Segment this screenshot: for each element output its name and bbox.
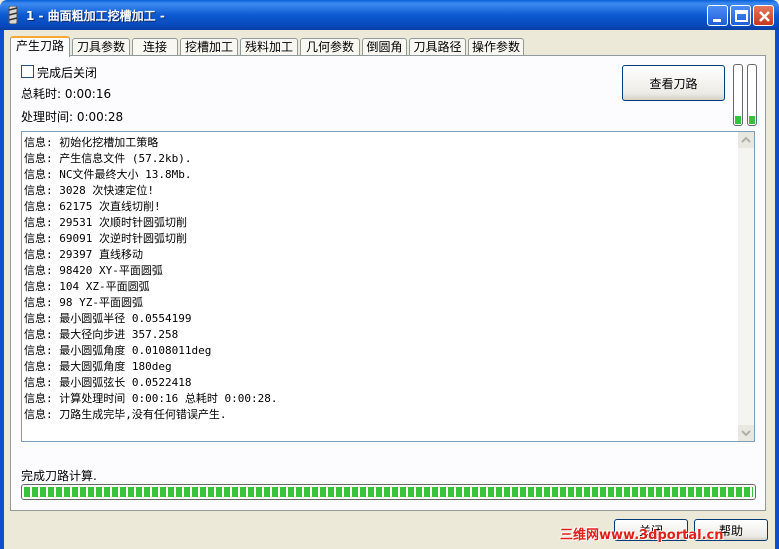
close-window-button[interactable] bbox=[753, 5, 774, 26]
window-title: 1 - 曲面粗加工挖槽加工 - bbox=[26, 9, 165, 23]
log-scrollbar[interactable] bbox=[738, 132, 754, 441]
window-frame-right bbox=[775, 30, 779, 549]
message-log[interactable]: 信息: 初始化挖槽加工策略信息: 产生信息文件 (57.2kb). 信息: NC文… bbox=[21, 131, 755, 442]
title-bar[interactable]: 1 - 曲面粗加工挖槽加工 - bbox=[0, 0, 779, 30]
progress-fill bbox=[24, 487, 753, 497]
log-lines: 信息: 初始化挖槽加工策略信息: 产生信息文件 (57.2kb). 信息: NC文… bbox=[24, 135, 736, 423]
log-line: 信息: 产生信息文件 (57.2kb). bbox=[24, 152, 192, 165]
process-time: 处理时间: 0:00:28 bbox=[21, 110, 124, 124]
log-line: 信息: 最小圆弧弦长 0.0522418 bbox=[24, 376, 192, 389]
minimize-icon bbox=[713, 19, 721, 22]
status-text: 完成刀路计算. bbox=[21, 469, 97, 483]
tab-geometry-params[interactable]: 几何参数 bbox=[300, 38, 360, 56]
log-line: 信息: 最大径向步进 357.258 bbox=[24, 328, 179, 341]
tab-rest-machining[interactable]: 残料加工 bbox=[240, 38, 298, 56]
scroll-down-button[interactable] bbox=[738, 425, 754, 441]
total-time: 总耗时: 0:00:16 bbox=[21, 87, 112, 101]
maximize-icon bbox=[735, 10, 748, 22]
log-line: 信息: 初始化挖槽加工策略 bbox=[24, 136, 159, 149]
log-line: 信息: 最大圆弧角度 180deg bbox=[24, 360, 172, 373]
watermark: 三维网www.3dportal.cn bbox=[560, 528, 724, 543]
log-line: 信息: NC文件最终大小 13.8Mb. bbox=[24, 168, 192, 181]
close-after-label: 完成后关闭 bbox=[37, 66, 98, 80]
log-line: 信息: 62175 次直线切削! bbox=[24, 200, 161, 213]
log-line: 信息: 69091 次逆时针圆弧切削 bbox=[24, 232, 187, 245]
log-line: 信息: 29397 直线移动 bbox=[24, 248, 143, 261]
tab-fillet[interactable]: 倒圆角 bbox=[362, 38, 407, 56]
log-line: 信息: 98420 XY-平面圆弧 bbox=[24, 264, 163, 277]
tab-tool-params[interactable]: 刀具参数 bbox=[72, 38, 130, 56]
app-icon bbox=[8, 6, 18, 24]
log-line: 信息: 刀路生成完毕,没有任何错误产生. bbox=[24, 408, 227, 421]
close-icon bbox=[759, 11, 770, 22]
tab-pocket[interactable]: 挖槽加工 bbox=[180, 38, 238, 56]
log-line: 信息: 3028 次快速定位! bbox=[24, 184, 154, 197]
log-line: 信息: 104 XZ-平面圆弧 bbox=[24, 280, 150, 293]
window-frame-left bbox=[0, 30, 4, 549]
tab-toolpath[interactable]: 刀具路径 bbox=[409, 38, 466, 56]
progress-bar bbox=[21, 484, 756, 500]
view-toolpath-button[interactable]: 查看刀路 bbox=[622, 65, 725, 101]
log-line: 信息: 98 YZ-平面圆弧 bbox=[24, 296, 143, 309]
log-line: 信息: 29531 次顺时针圆弧切削 bbox=[24, 216, 187, 229]
scroll-up-button[interactable] bbox=[738, 132, 754, 148]
maximize-button[interactable] bbox=[730, 5, 751, 26]
log-line: 信息: 计算处理时间 0:00:16 总耗时 0:00:28. bbox=[24, 392, 278, 405]
level-meter-1 bbox=[733, 64, 743, 126]
tab-operation-params[interactable]: 操作参数 bbox=[468, 38, 524, 56]
log-line: 信息: 最小圆弧半径 0.0554199 bbox=[24, 312, 192, 325]
tab-link[interactable]: 连接 bbox=[132, 38, 178, 56]
minimize-button[interactable] bbox=[707, 5, 728, 26]
chevron-up-icon bbox=[741, 136, 751, 143]
log-line: 信息: 最小圆弧角度 0.0108011deg bbox=[24, 344, 212, 357]
tab-generate-toolpath[interactable]: 产生刀路 bbox=[10, 36, 70, 57]
level-meter-2 bbox=[747, 64, 757, 126]
chevron-down-icon bbox=[741, 430, 751, 437]
close-after-checkbox[interactable] bbox=[21, 65, 34, 78]
